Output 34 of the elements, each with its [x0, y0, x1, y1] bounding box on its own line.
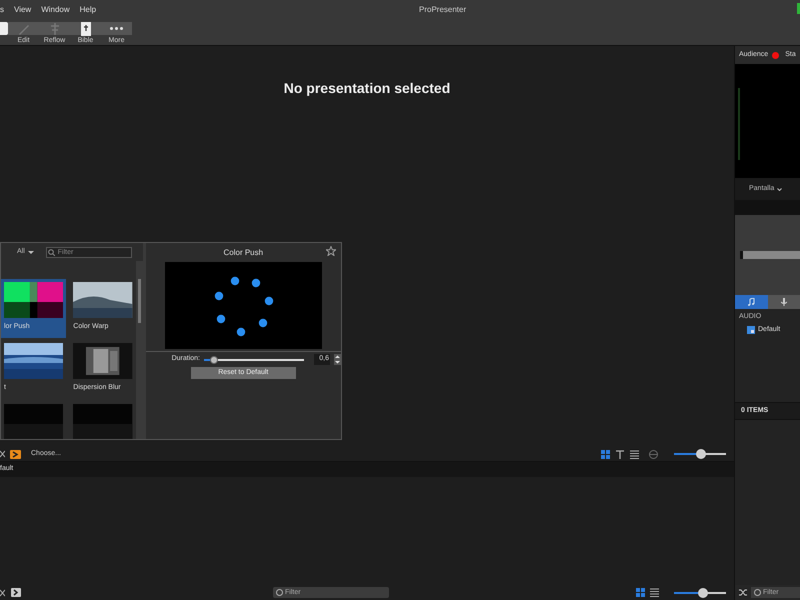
filter-icon: [754, 589, 761, 596]
zoom-slider[interactable]: [674, 448, 726, 460]
text-view-icon[interactable]: [616, 450, 624, 458]
play-icon[interactable]: [11, 588, 21, 597]
duration-slider[interactable]: [204, 354, 304, 364]
stepper-icon[interactable]: [334, 354, 341, 365]
list-view-icon[interactable]: [650, 588, 659, 597]
grid-view-icon[interactable]: [636, 588, 645, 597]
play-icon[interactable]: [10, 450, 21, 458]
filter-icon: [276, 589, 283, 596]
menu-item[interactable]: s: [0, 4, 4, 16]
star-icon[interactable]: [326, 246, 336, 256]
music-icon: [747, 298, 756, 306]
empty-message: No presentation selected: [284, 79, 450, 96]
more-icon: [110, 27, 123, 30]
volume-bar[interactable]: [740, 251, 800, 259]
media-tab[interactable]: [735, 295, 768, 309]
menu-item[interactable]: View: [14, 4, 32, 16]
chevron-down-icon: [777, 188, 782, 190]
zoom-slider[interactable]: [674, 586, 726, 598]
menu-item[interactable]: Help: [80, 4, 96, 16]
status-indicator: [797, 3, 800, 14]
media-tab[interactable]: [768, 295, 800, 309]
grid-view-icon[interactable]: [601, 450, 610, 458]
scrollbar[interactable]: [136, 261, 143, 439]
menu-item[interactable]: Window: [41, 4, 70, 16]
transition-title: Color Push: [224, 247, 264, 259]
caret-icon: [28, 250, 34, 254]
microphone-icon: [780, 298, 787, 306]
window-title: ProPresenter: [419, 4, 466, 16]
playlist-icon: [747, 326, 755, 334]
globe-icon[interactable]: [649, 450, 658, 458]
list-view-icon[interactable]: [630, 450, 639, 458]
search-icon: [48, 248, 55, 256]
